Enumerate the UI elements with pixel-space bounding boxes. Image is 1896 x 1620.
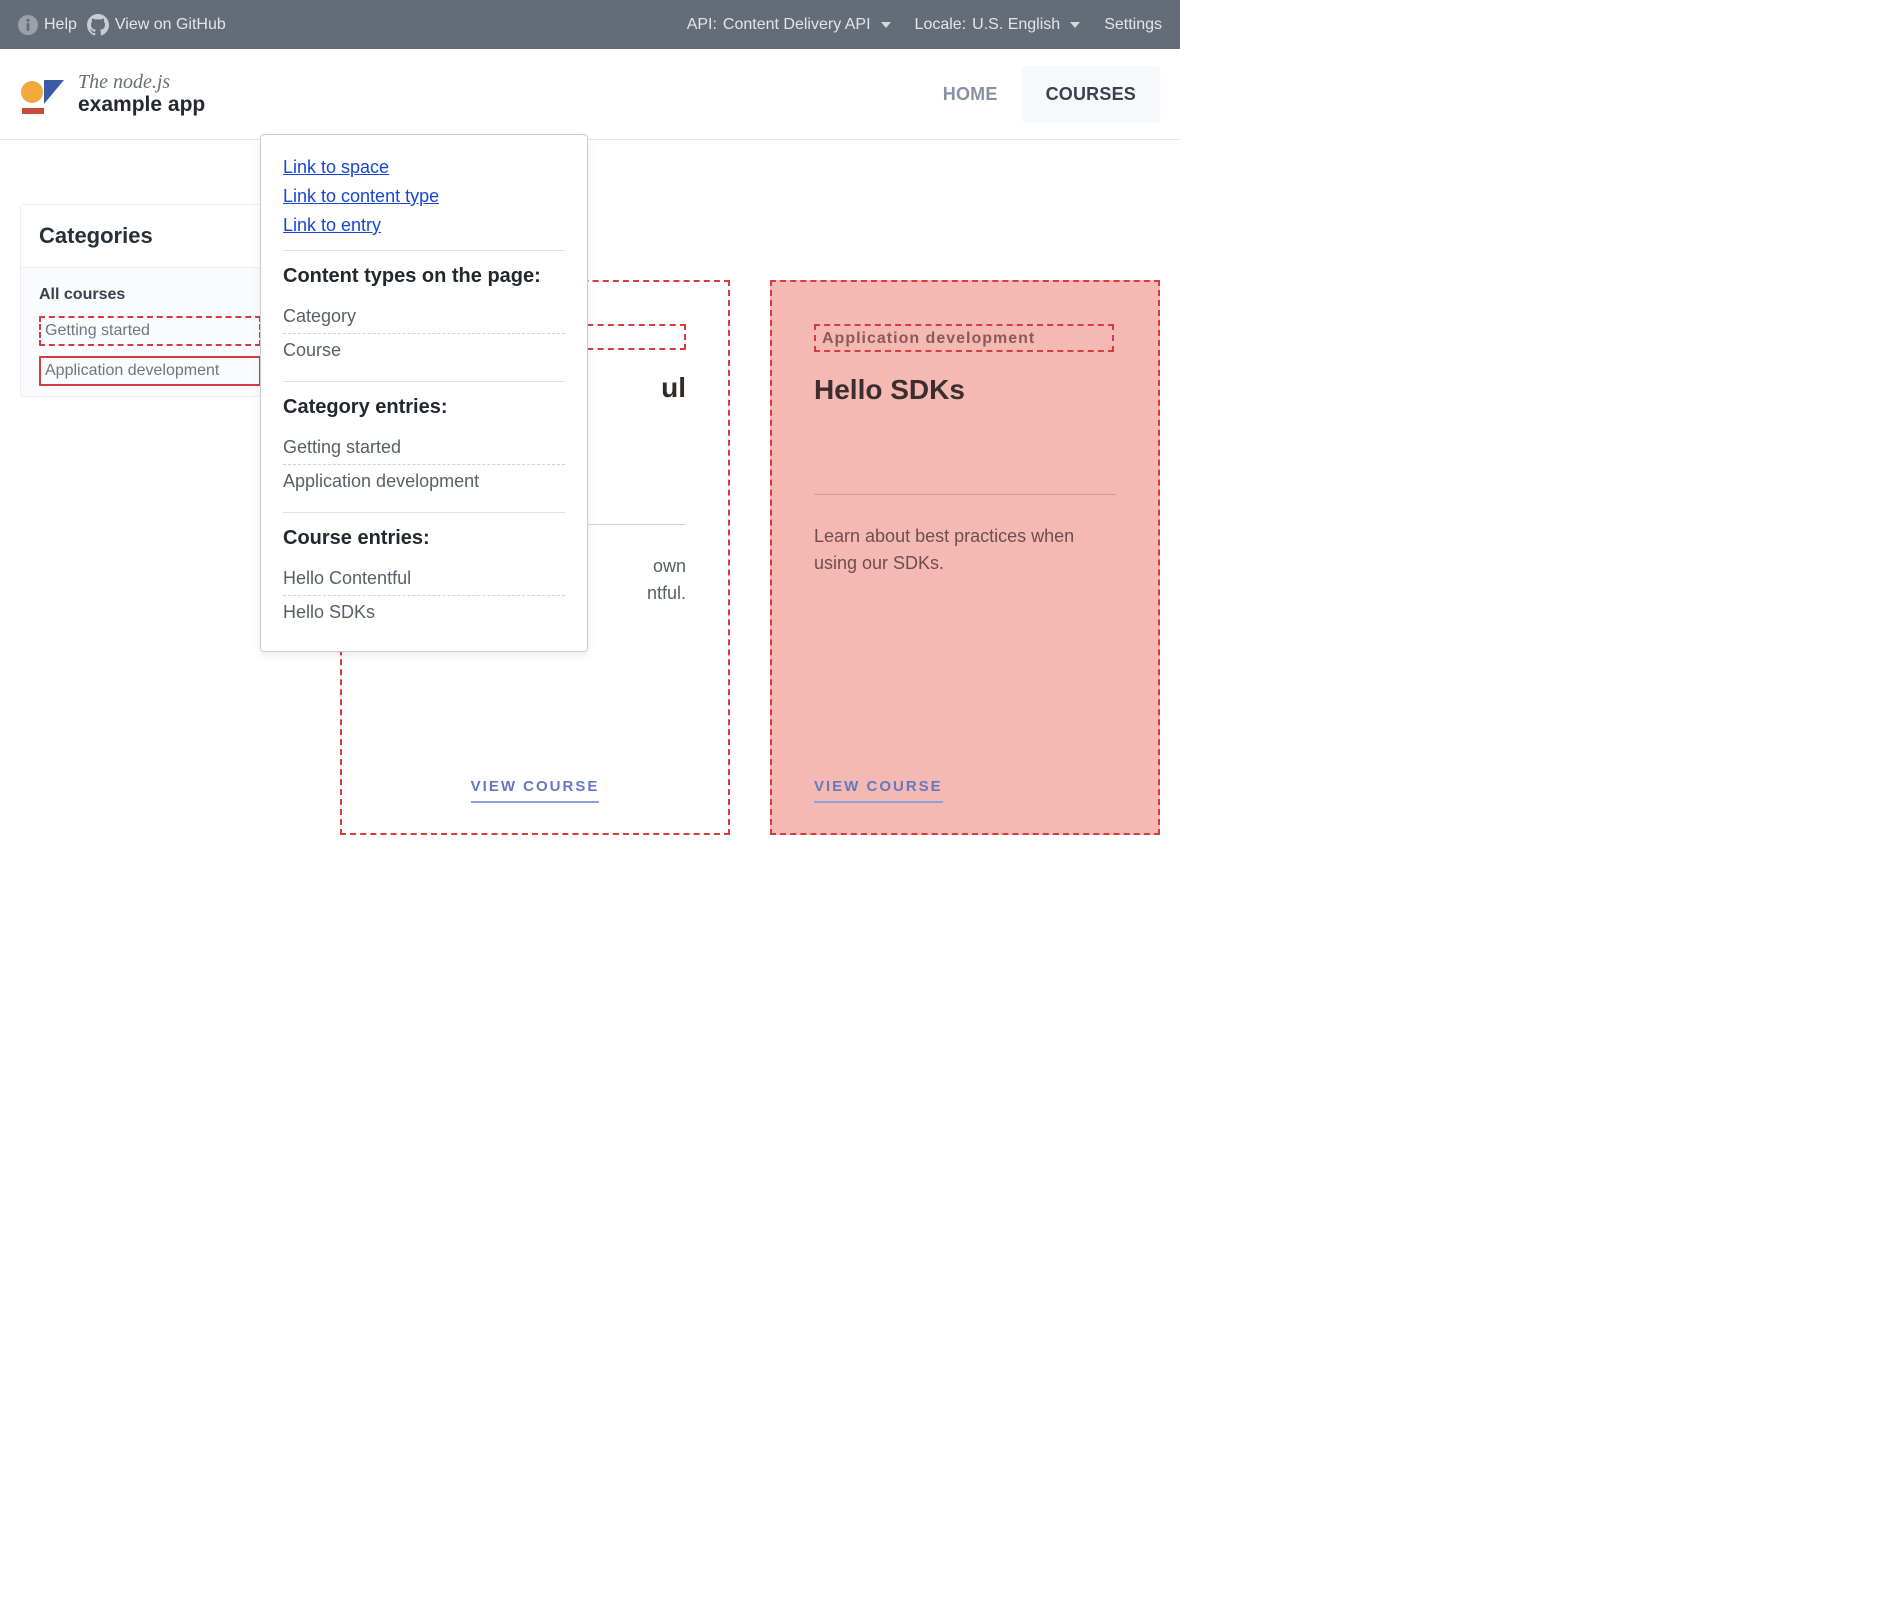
locale-label: Locale: (915, 16, 967, 34)
category-entries-heading: Category entries: (283, 396, 565, 419)
nav-home[interactable]: HOME (919, 66, 1022, 123)
api-label: API: (687, 16, 717, 34)
course-entry-item[interactable]: Hello SDKs (283, 596, 565, 629)
logo-icon (20, 72, 66, 116)
github-icon (87, 14, 109, 36)
course-title: Hello SDKs (814, 374, 1116, 406)
settings-link[interactable]: Settings (1104, 16, 1162, 34)
api-value: Content Delivery API (723, 16, 871, 34)
course-desc-fragment-1: own (653, 556, 686, 576)
course-desc-fragment-2: ntful. (647, 583, 686, 603)
info-icon (18, 15, 38, 35)
category-entry-item[interactable]: Application development (283, 465, 565, 498)
category-entry-item[interactable]: Getting started (283, 431, 565, 465)
content-types-heading: Content types on the page: (283, 265, 565, 288)
course-description: Learn about best practices when using ou… (814, 523, 1116, 577)
sidebar-category-application-development[interactable]: Application development (39, 356, 261, 386)
sidebar-all-courses[interactable]: All courses (21, 268, 279, 310)
editorial-popover: Link to space Link to content type Link … (260, 134, 588, 652)
app-header: The node.js example app HOME COURSES (0, 49, 1180, 140)
github-label: View on GitHub (115, 16, 226, 34)
popover-divider (283, 381, 565, 382)
nav-courses[interactable]: COURSES (1022, 66, 1160, 123)
brand-line2: example app (78, 93, 205, 116)
api-selector[interactable]: API: Content Delivery API (687, 16, 891, 34)
settings-label: Settings (1104, 16, 1162, 34)
card-divider (814, 494, 1116, 495)
course-category-label: Application development (822, 330, 1035, 347)
popover-divider (283, 512, 565, 513)
sidebar-title: Categories (21, 205, 279, 268)
course-card[interactable]: Application development Hello SDKs Learn… (770, 280, 1160, 835)
sidebar-category-getting-started[interactable]: Getting started (39, 316, 261, 346)
locale-value: U.S. English (972, 16, 1060, 34)
content-type-item[interactable]: Course (283, 334, 565, 367)
view-course-link[interactable]: VIEW COURSE (814, 778, 943, 803)
course-entry-item[interactable]: Hello Contentful (283, 562, 565, 596)
content-type-item[interactable]: Category (283, 300, 565, 334)
locale-selector[interactable]: Locale: U.S. English (915, 16, 1081, 34)
main-nav: HOME COURSES (919, 66, 1160, 123)
link-to-entry[interactable]: Link to entry (283, 215, 565, 236)
help-label: Help (44, 16, 77, 34)
github-link[interactable]: View on GitHub (87, 14, 226, 36)
chevron-down-icon (881, 22, 891, 28)
brand-logo[interactable]: The node.js example app (20, 71, 205, 116)
link-to-content-type[interactable]: Link to content type (283, 186, 565, 207)
course-entries-heading: Course entries: (283, 527, 565, 550)
chevron-down-icon (1070, 22, 1080, 28)
link-to-space[interactable]: Link to space (283, 157, 565, 178)
brand-line1: The node.js (78, 71, 205, 93)
popover-divider (283, 250, 565, 251)
course-category-box: Application development (814, 324, 1114, 352)
categories-sidebar: Categories All courses Getting started A… (20, 204, 280, 397)
top-bar: Help View on GitHub API: Content Deliver… (0, 0, 1180, 49)
view-course-link[interactable]: VIEW COURSE (471, 778, 600, 803)
help-link[interactable]: Help (18, 15, 77, 35)
